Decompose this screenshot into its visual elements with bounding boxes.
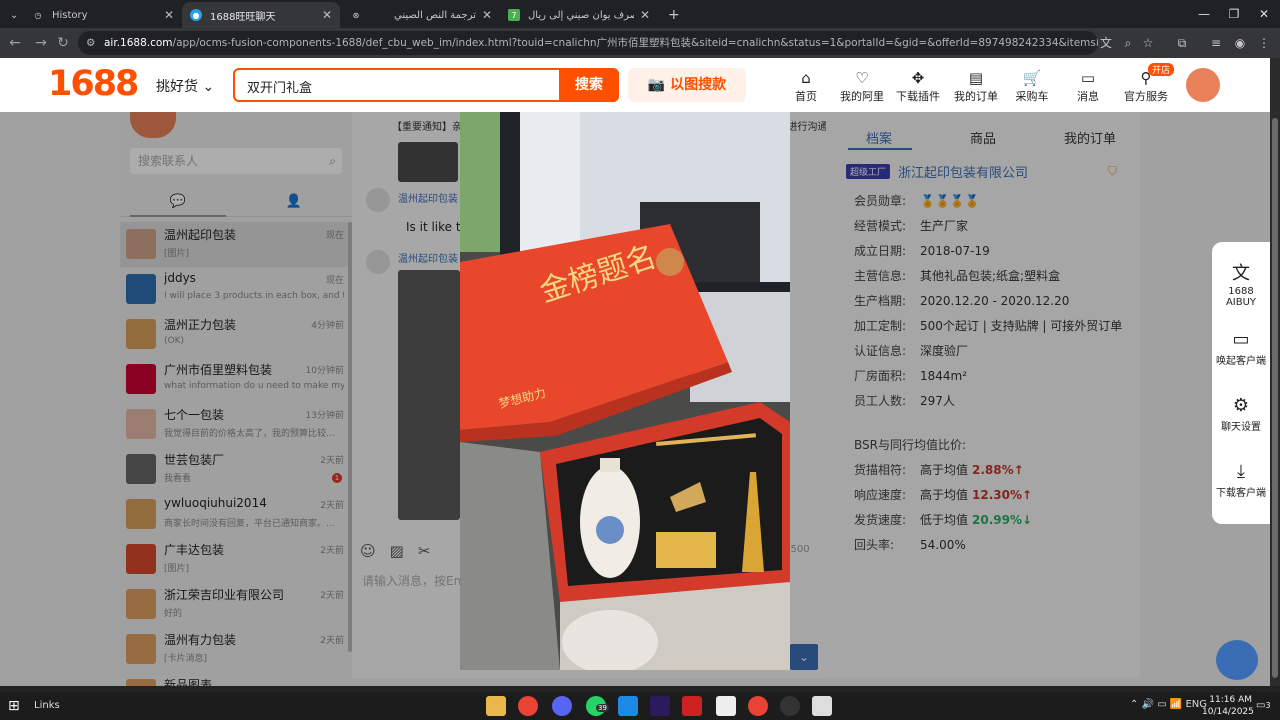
notion-icon[interactable]: [716, 696, 736, 716]
new-tab-button[interactable]: +: [660, 2, 682, 28]
file-explorer-icon[interactable]: [486, 696, 506, 716]
home-icon: ⌂: [801, 69, 811, 87]
zoom-icon[interactable]: ⌕: [1120, 35, 1136, 51]
wangwang-icon: ●: [190, 9, 202, 21]
history-icon: ◷: [34, 10, 42, 20]
clock[interactable]: 11:16 AM 10/14/2025: [1202, 694, 1254, 718]
app-icon[interactable]: [552, 696, 572, 716]
openai-icon: ⊛: [352, 10, 360, 20]
address-bar[interactable]: ⚙ air.1688.com/app/ocms-fusion-component…: [78, 31, 1098, 55]
app-icon[interactable]: [780, 696, 800, 716]
whatsapp-icon[interactable]: 39: [586, 696, 609, 716]
translate-page-icon[interactable]: 文: [1098, 35, 1114, 51]
assistant-mascot-button[interactable]: [1216, 640, 1258, 680]
app-icon[interactable]: [682, 696, 702, 716]
camera-icon: 📷: [647, 77, 666, 93]
monitor-icon: ▭: [1232, 329, 1250, 350]
premiere-icon[interactable]: [650, 696, 670, 716]
windows-taskbar: ⊞ Links 39 ⌃ 🔊 ▭ 📶 ENG 11:16 AM 10/14/202…: [0, 692, 1280, 720]
image-viewer[interactable]: 金榜题名 梦想助力: [460, 112, 790, 670]
browser-toolbar: ← → ↻ ⚙ air.1688.com/app/ocms-fusion-com…: [0, 28, 1280, 58]
media-icon[interactable]: ≡: [1208, 35, 1224, 51]
chrome-icon[interactable]: [518, 696, 538, 716]
nav-messages[interactable]: ▭ 消息: [1058, 68, 1118, 104]
restore-button[interactable]: ❐: [1224, 4, 1244, 24]
site-header: 1688 挑好货 ⌄ 搜索 📷 以图搜款 ⌂首页 ♡我的阿里 ✥下载插件 ▤我的…: [0, 58, 1270, 112]
search-button[interactable]: 搜索: [559, 68, 619, 102]
menu-icon[interactable]: ⋮: [1256, 35, 1272, 51]
search-box: 搜索: [233, 68, 619, 102]
settings-icon: ⚙: [1232, 395, 1250, 416]
close-tab-icon[interactable]: ✕: [322, 8, 332, 22]
close-tab-icon[interactable]: ✕: [640, 8, 650, 22]
minimize-button[interactable]: —: [1194, 4, 1214, 24]
windows-start-icon[interactable]: ⊞: [8, 698, 24, 714]
open-client-button[interactable]: ▭ 唤起客户端: [1212, 328, 1270, 367]
browser-tab-bar: ⌄ ◷ History ✕ ● 1688旺旺聊天 ✕ ⊛ ترجمة النص …: [0, 0, 1280, 28]
profile-icon[interactable]: ◉: [1232, 35, 1248, 51]
chevron-down-icon: ⌄: [202, 79, 215, 95]
open-store-badge: 开店: [1148, 63, 1175, 76]
site-info-icon[interactable]: ⚙: [86, 31, 95, 55]
heart-icon: ♡: [855, 69, 869, 87]
nav-cart[interactable]: 🛒 采购车: [1002, 68, 1062, 104]
search-input[interactable]: [247, 76, 557, 96]
page-scrollbar[interactable]: [1270, 58, 1280, 686]
nav-my-alibaba[interactable]: ♡ 我的阿里: [832, 68, 892, 104]
plus-icon: +: [668, 7, 680, 23]
chrome-icon[interactable]: [748, 696, 768, 716]
notification-icon[interactable]: ▭3: [1256, 700, 1271, 711]
scrollbar-thumb[interactable]: [1272, 118, 1278, 678]
user-avatar[interactable]: [1186, 68, 1220, 102]
tab-history[interactable]: ◷ History ✕: [24, 2, 182, 28]
cart-icon: 🛒: [1022, 69, 1042, 87]
close-window-button[interactable]: ✕: [1254, 4, 1274, 24]
reload-button[interactable]: ↻: [54, 34, 72, 52]
chevron-down-icon: ⌄: [10, 9, 19, 21]
forward-button[interactable]: →: [32, 34, 50, 52]
clipboard-icon: ▤: [968, 69, 984, 87]
back-button[interactable]: ←: [6, 34, 24, 52]
extensions-icon[interactable]: ⧉: [1174, 35, 1190, 51]
download-client-button[interactable]: ⤓ 下载客户端: [1212, 460, 1270, 499]
tab-translate[interactable]: ⊛ ترجمة النص الصيني ✕: [342, 2, 500, 28]
app-icon[interactable]: [618, 696, 638, 716]
tab-list-button[interactable]: ⌄: [2, 2, 20, 28]
aibuy-button[interactable]: 文 1688 AIBUY: [1212, 262, 1270, 308]
nav-my-orders[interactable]: ▤ 我的订单: [946, 68, 1006, 104]
calculator-icon[interactable]: [812, 696, 832, 716]
translate-icon: 文: [1232, 263, 1250, 284]
puzzle-icon: ✥: [911, 69, 925, 87]
nav-home[interactable]: ⌂ 首页: [776, 68, 836, 104]
image-search-button[interactable]: 📷 以图搜款: [628, 68, 746, 102]
product-photo: 金榜题名 梦想助力: [460, 112, 790, 670]
site-icon: 7: [508, 9, 520, 21]
pick-goods-dropdown[interactable]: 挑好货 ⌄: [156, 76, 214, 96]
floating-tool-panel: 文 1688 AIBUY ▭ 唤起客户端 ⚙ 聊天设置 ⤓ 下载客户端: [1212, 242, 1270, 524]
chat-settings-button[interactable]: ⚙ 聊天设置: [1212, 394, 1270, 433]
nav-download-plugin[interactable]: ✥ 下载插件: [888, 68, 948, 104]
message-icon: ▭: [1080, 69, 1096, 87]
bookmark-star-icon[interactable]: ☆: [1140, 35, 1156, 51]
tab-exchange-rate[interactable]: 7 سعر صرف يوان صيني إلى ريال ✕: [500, 2, 658, 28]
close-tab-icon[interactable]: ✕: [164, 8, 174, 22]
download-icon: ⤓: [1237, 461, 1245, 482]
system-tray[interactable]: ⌃ 🔊 ▭ 📶 ENG: [1130, 699, 1207, 710]
links-toolbar[interactable]: Links: [34, 700, 60, 711]
close-tab-icon[interactable]: ✕: [482, 8, 492, 22]
tab-1688-chat[interactable]: ● 1688旺旺聊天 ✕: [182, 2, 340, 28]
logo[interactable]: 1688: [48, 64, 139, 104]
